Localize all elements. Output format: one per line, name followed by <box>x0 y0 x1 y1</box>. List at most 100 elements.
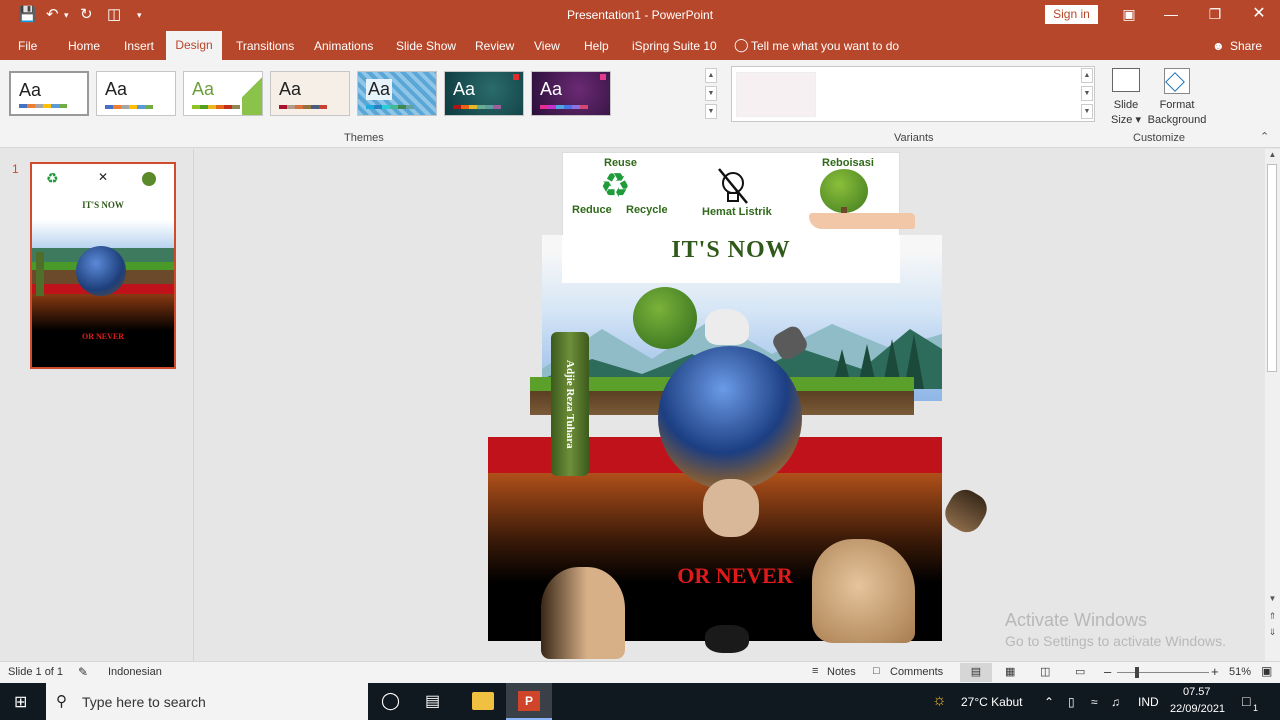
thumb-author-bar <box>36 252 44 296</box>
clock-time[interactable]: 07.57 <box>1183 686 1211 698</box>
variants-scroll-up[interactable]: ▲ <box>1081 68 1093 83</box>
theme-office-2[interactable]: Aa <box>96 71 176 116</box>
thumb-bulb-icon: ✕ <box>98 170 109 184</box>
tab-slide-show[interactable]: Slide Show <box>396 39 456 53</box>
variants-group-label: Variants <box>894 132 934 144</box>
notifications-icon[interactable]: □ <box>1242 693 1250 709</box>
taskbar-search[interactable]: ⚲ Type here to search <box>46 683 368 720</box>
weather-icon[interactable]: ☼ <box>932 692 947 710</box>
slideshow-view-icon[interactable]: ▭ <box>1075 665 1085 678</box>
hemat-listrik-label: Hemat Listrik <box>702 206 772 218</box>
vertical-scrollbar[interactable]: ▲ ▼ ⇑ ⇓ <box>1265 149 1280 661</box>
theme-sample-text: Aa <box>279 79 302 99</box>
share-icon[interactable]: ☻ <box>1212 39 1225 53</box>
slide-size-button[interactable]: Slide Size ▾ <box>1108 68 1144 128</box>
theme-office[interactable]: Aa <box>9 71 89 116</box>
zoom-slider[interactable] <box>1117 672 1209 673</box>
task-view-icon[interactable]: ▤ <box>425 691 440 711</box>
show-hidden-icons[interactable]: ⌃ <box>1044 695 1054 709</box>
tab-insert[interactable]: Insert <box>124 39 154 53</box>
lightbulb-icon: ◯ <box>734 37 749 52</box>
tab-help[interactable]: Help <box>584 39 609 53</box>
tab-ispring[interactable]: iSpring Suite 10 <box>632 39 717 53</box>
falling-animal-image <box>939 484 993 538</box>
slide-thumbnails-pane: 1 ♻ ✕ IT'S NOW OR NEVER <box>0 149 194 661</box>
theme-ion[interactable]: Aa <box>357 71 437 116</box>
tab-review[interactable]: Review <box>475 39 514 53</box>
scroll-up-arrow[interactable]: ▲ <box>1267 150 1278 162</box>
theme-sample-text: Aa <box>105 79 128 99</box>
tab-view[interactable]: View <box>534 39 560 53</box>
tab-home[interactable]: Home <box>68 39 100 53</box>
skull-image <box>703 479 759 537</box>
format-background-label-2: Background <box>1147 114 1207 126</box>
variants-more[interactable]: ▼ <box>1081 104 1093 119</box>
format-background-icon <box>1164 68 1190 94</box>
themes-scroll-up[interactable]: ▲ <box>705 68 717 83</box>
theme-facet[interactable]: Aa <box>183 71 263 116</box>
language-indicator[interactable]: Indonesian <box>108 666 162 678</box>
ribbon-display-options-icon[interactable]: ▣ <box>1114 4 1144 26</box>
reading-view-icon[interactable]: ◫ <box>1040 665 1050 678</box>
previous-slide-icon[interactable]: ⇑ <box>1267 611 1278 625</box>
themes-more[interactable]: ▼ <box>705 104 717 119</box>
thumb-recycle-icon: ♻ <box>46 170 59 186</box>
clock-date[interactable]: 22/09/2021 <box>1170 703 1225 715</box>
tab-animations[interactable]: Animations <box>314 39 373 53</box>
variants-gallery <box>731 66 1095 122</box>
theme-sample-text: Aa <box>540 79 563 99</box>
dark-animal-image <box>705 625 749 653</box>
slide-thumbnail[interactable]: ♻ ✕ IT'S NOW OR NEVER <box>30 162 176 369</box>
file-explorer-icon[interactable] <box>472 692 494 710</box>
notes-button[interactable]: Notes <box>827 666 856 678</box>
notes-icon[interactable]: ≡ <box>812 665 818 677</box>
customize-group-label: Customize <box>1133 132 1185 144</box>
comments-icon[interactable]: □ <box>873 665 880 677</box>
next-slide-icon[interactable]: ⇓ <box>1267 627 1278 641</box>
close-button[interactable]: ✕ <box>1244 4 1274 26</box>
powerpoint-taskbar-button[interactable]: P <box>506 683 552 720</box>
tell-me-box[interactable]: Tell me what you want to do <box>751 39 899 53</box>
minimize-button[interactable]: — <box>1156 4 1186 26</box>
themes-scroll-down[interactable]: ▼ <box>705 86 717 101</box>
zoom-slider-thumb[interactable] <box>1135 667 1139 678</box>
cortana-icon[interactable]: ◯ <box>381 691 400 711</box>
slide-sorter-icon[interactable]: ▦ <box>1005 665 1015 678</box>
tab-file[interactable]: File <box>18 39 37 53</box>
tab-design[interactable]: Design <box>166 31 222 60</box>
theme-gallery[interactable]: Aa <box>270 71 350 116</box>
activate-windows-subtitle: Go to Settings to activate Windows. <box>1005 633 1226 649</box>
theme-sample-text: Aa <box>366 79 393 100</box>
variant-1[interactable] <box>736 72 816 117</box>
fit-to-window-icon[interactable]: ▣ <box>1261 664 1272 678</box>
variants-scroll-down[interactable]: ▼ <box>1081 86 1093 101</box>
normal-view-icon[interactable]: ▤ <box>960 663 992 682</box>
recycle-icon: ♻ <box>600 167 631 205</box>
spellcheck-icon[interactable]: ✎ <box>78 665 88 679</box>
theme-ion-boardroom[interactable]: Aa <box>444 71 524 116</box>
slide-count: Slide 1 of 1 <box>8 666 64 678</box>
weather-text[interactable]: 27°C Kabut <box>961 695 1023 709</box>
search-placeholder: Type here to search <box>82 694 206 710</box>
zoom-in-button[interactable]: + <box>1211 664 1219 679</box>
input-language[interactable]: IND <box>1138 695 1159 709</box>
battery-icon[interactable]: ▯ <box>1068 695 1075 709</box>
scroll-down-arrow[interactable]: ▼ <box>1267 594 1278 606</box>
zoom-level[interactable]: 51% <box>1229 666 1251 678</box>
volume-icon[interactable]: ♫ <box>1111 695 1120 709</box>
comments-button[interactable]: Comments <box>890 666 943 678</box>
scroll-thumb[interactable] <box>1267 164 1277 372</box>
tab-transitions[interactable]: Transitions <box>236 39 294 53</box>
share-button[interactable]: Share <box>1230 39 1262 53</box>
zoom-out-button[interactable]: – <box>1104 664 1111 679</box>
maximize-button[interactable]: ❐ <box>1200 4 1230 26</box>
format-background-button[interactable]: Format Background <box>1146 68 1208 128</box>
wifi-icon[interactable]: ≈ <box>1091 695 1098 709</box>
slide-editing-area: Reuse ♻ Reduce Recycle Hemat Listrik Reb… <box>195 149 1265 661</box>
themes-group-label: Themes <box>344 132 384 144</box>
slide-size-label-1: Slide <box>1113 99 1139 111</box>
collapse-ribbon-icon[interactable]: ⌃ <box>1260 130 1269 143</box>
sign-in-button[interactable]: Sign in <box>1045 5 1098 24</box>
theme-organic[interactable]: Aa <box>531 71 611 116</box>
windows-start-icon[interactable]: ⊞ <box>14 692 27 712</box>
